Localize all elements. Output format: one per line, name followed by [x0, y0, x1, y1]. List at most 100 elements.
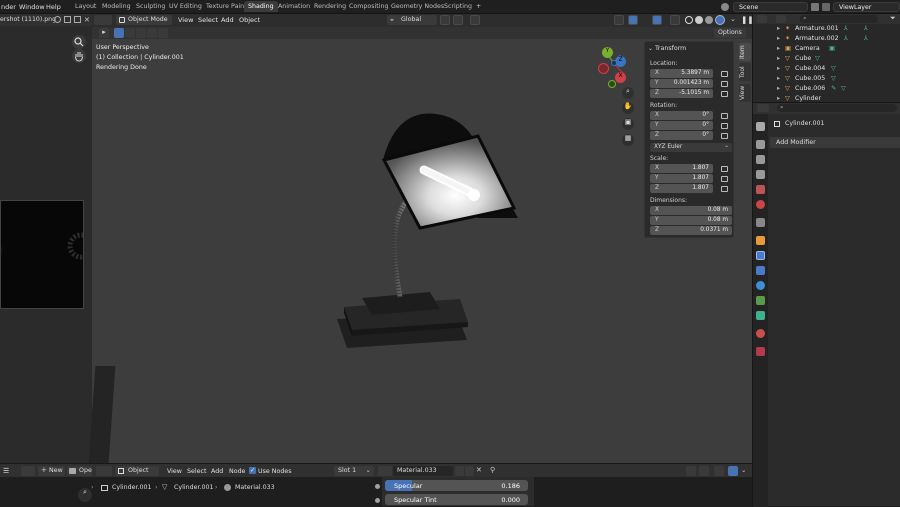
menu-icon[interactable]: ☰ — [3, 467, 9, 475]
camera-view-icon[interactable]: ▣ — [622, 118, 634, 130]
scene-browse-icon[interactable] — [811, 3, 819, 11]
display-mode-icon[interactable] — [776, 15, 786, 23]
zoom-view-icon[interactable]: ⌕ — [622, 87, 634, 99]
lock-icon[interactable] — [721, 166, 728, 172]
lock-icon[interactable] — [721, 91, 728, 97]
add-workspace-button[interactable]: + — [476, 3, 481, 10]
new-button[interactable]: + New — [38, 466, 65, 476]
shading-solid-icon[interactable] — [695, 16, 703, 24]
expand-arrow-icon[interactable]: ▸ — [777, 85, 780, 92]
scale-z-field[interactable]: Z 1.807 — [650, 184, 713, 193]
gizmo-neg-y[interactable] — [608, 80, 616, 88]
visibility-icon[interactable] — [614, 15, 624, 25]
shader-editor-type-icon[interactable] — [96, 466, 112, 476]
shader-menu-node[interactable]: Node — [229, 468, 245, 475]
tab-geometry-nodes[interactable]: Geometry Nodes — [391, 3, 444, 10]
add-modifier-button[interactable]: Add Modifier — [770, 137, 900, 148]
menu-help[interactable]: Help — [46, 3, 61, 11]
expand-arrow-icon[interactable]: ▸ — [777, 75, 780, 82]
shader-editor[interactable]: ⌕ › Cylinder.001 › ▽ Cylinder.001 › Mate… — [0, 477, 752, 506]
dimensions-y-field[interactable]: Y 0.08 m — [650, 216, 732, 225]
fake-user-shield-icon[interactable] — [455, 466, 464, 476]
collapse-chevron-icon[interactable]: ⌄ — [648, 45, 653, 52]
properties-search-input[interactable]: ⌕ — [777, 103, 897, 112]
duplicate-material-icon[interactable] — [465, 466, 474, 476]
expand-arrow-icon[interactable]: ▸ — [777, 45, 780, 52]
outliner-row[interactable]: ▸ ▣ Camera ▣ — [753, 45, 900, 55]
snap-toggle-icon[interactable] — [686, 466, 696, 476]
shader-menu-select[interactable]: Select — [187, 468, 206, 475]
tab-shading[interactable]: Shading — [244, 1, 278, 12]
texture-tab-icon[interactable] — [756, 347, 765, 356]
tab-layout[interactable]: Layout — [75, 3, 96, 10]
duplicate-icon[interactable] — [64, 16, 71, 23]
transform-orientation[interactable]: ⌖ Global — [387, 15, 437, 25]
gizmo-toggle-icon[interactable] — [628, 15, 638, 25]
slot-dropdown[interactable]: Slot 1 ⌄ — [334, 466, 374, 476]
rotation-x-field[interactable]: X 0° — [650, 111, 713, 120]
lock-icon[interactable] — [721, 71, 728, 77]
input-socket[interactable] — [375, 498, 380, 503]
tab-modeling[interactable]: Modeling — [102, 3, 131, 10]
outliner-row[interactable]: ▸ ✶ Armature.001 ⅄ ⅄ — [753, 25, 900, 35]
outliner-row[interactable]: ▸ ▽ Cube.004 ▽ — [753, 65, 900, 75]
editor-type-icon[interactable] — [21, 466, 35, 476]
select-mode-extend-icon[interactable] — [125, 28, 135, 38]
cursor-tool-icon[interactable]: ▸ — [99, 28, 109, 38]
dimensions-z-field[interactable]: Z 0.0371 m — [650, 226, 732, 235]
shader-type-dropdown[interactable]: Object — [115, 466, 159, 476]
rotation-y-field[interactable]: Y 0° — [650, 121, 713, 130]
pan-view-icon[interactable]: ✋ — [622, 102, 634, 114]
scale-y-field[interactable]: Y 1.807 — [650, 174, 713, 183]
expand-arrow-icon[interactable]: ▸ — [777, 65, 780, 72]
particles-tab-icon[interactable] — [756, 266, 765, 275]
tab-rendering[interactable]: Rendering — [314, 3, 346, 10]
shader-menu-add[interactable]: Add — [211, 468, 223, 475]
lock-icon[interactable] — [721, 133, 728, 139]
world-tab-icon[interactable] — [756, 200, 765, 209]
location-x-field[interactable]: X 5.3897 m — [650, 69, 713, 78]
gizmo-x-axis[interactable]: X — [615, 72, 626, 83]
tab-view[interactable]: View — [739, 84, 751, 102]
toggle-projection-icon[interactable]: ▦ — [622, 134, 634, 146]
viewport-menu-view[interactable]: View — [178, 16, 193, 24]
close-icon[interactable]: ✕ — [84, 16, 90, 24]
output-tab-icon[interactable] — [756, 155, 765, 164]
material-name-field[interactable]: Material.033 — [393, 466, 453, 476]
select-mode-subtract-icon[interactable] — [136, 28, 146, 38]
pan-hand-icon[interactable] — [72, 49, 86, 63]
expand-arrow-icon[interactable]: ▸ — [777, 55, 780, 62]
pin-icon[interactable]: ⚲ — [490, 466, 495, 474]
overlay-toggle-icon[interactable] — [652, 15, 662, 25]
outliner-search-input[interactable]: ⌕ — [800, 14, 878, 23]
editor-type-icon[interactable] — [94, 15, 112, 25]
editor-type-icon[interactable] — [757, 15, 767, 23]
zoom-view-icon[interactable]: ⌕ — [78, 488, 92, 502]
shading-options-icon[interactable]: ⌄ — [730, 15, 736, 23]
expand-arrow-icon[interactable]: ▸ — [777, 35, 780, 42]
breadcrumb-material[interactable]: Material.033 — [235, 484, 275, 491]
input-socket[interactable] — [375, 484, 380, 489]
select-mode-invert-icon[interactable] — [147, 28, 157, 38]
tab-tool[interactable]: Tool — [739, 63, 751, 81]
folder-icon[interactable] — [74, 16, 81, 23]
render-tab-icon[interactable] — [756, 140, 765, 149]
breadcrumb-mesh[interactable]: Cylinder.001 — [174, 484, 214, 491]
specular-tint-slider[interactable]: Specular Tint 0.000 — [385, 494, 528, 505]
menu-window[interactable]: Window — [19, 3, 45, 11]
parent-node-icon[interactable] — [714, 466, 724, 476]
proportional-edit-icon[interactable] — [470, 15, 480, 25]
gizmo-neg-x[interactable] — [598, 63, 609, 74]
tool-tab-icon[interactable] — [756, 122, 765, 131]
rotation-mode-dropdown[interactable]: XYZ Euler ⌄ — [650, 143, 732, 152]
shading-rendered-icon[interactable] — [715, 15, 725, 25]
node-snap-icon[interactable] — [699, 466, 709, 476]
transform-header[interactable]: Transform — [655, 45, 686, 52]
open-button[interactable]: Ope — [67, 466, 92, 476]
modifier-tab-icon[interactable] — [756, 251, 765, 260]
tab-animation[interactable]: Animation — [278, 3, 310, 10]
physics-tab-icon[interactable] — [756, 281, 765, 290]
view-layer-selector[interactable]: ViewLayer — [833, 2, 900, 12]
material-tab-icon[interactable] — [756, 329, 765, 338]
expand-arrow-icon[interactable]: ▸ — [777, 95, 780, 102]
